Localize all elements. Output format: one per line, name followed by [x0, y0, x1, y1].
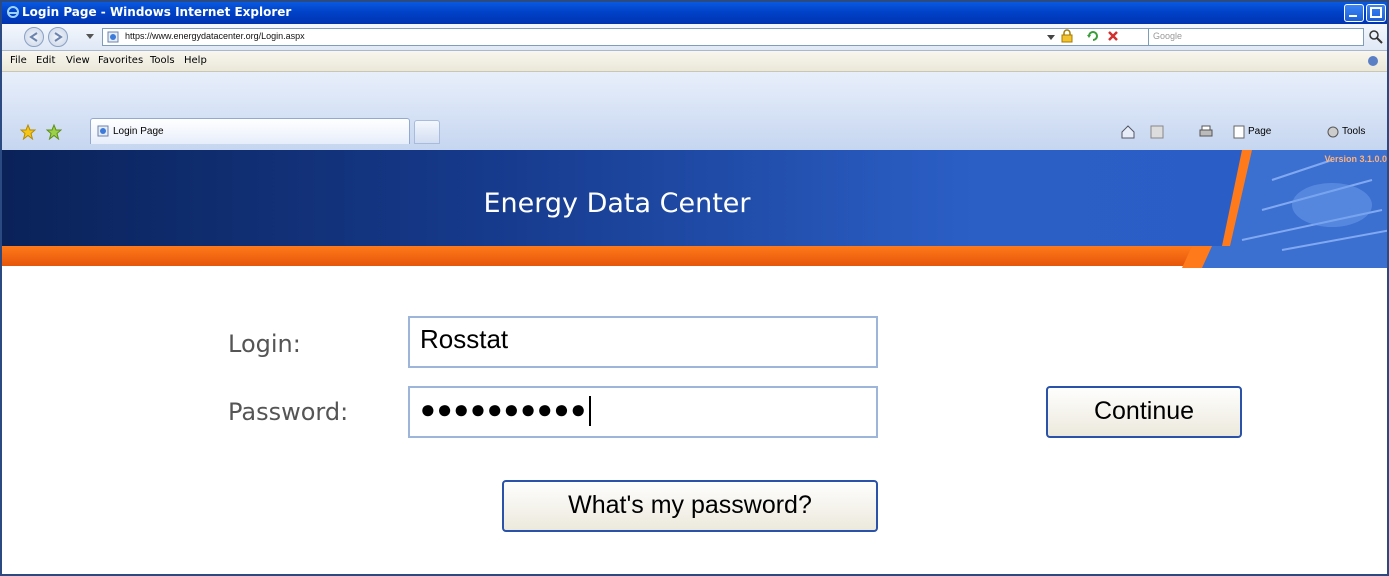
continue-button[interactable]: Continue: [1046, 386, 1242, 438]
tools-gear-icon[interactable]: [1326, 125, 1340, 139]
forward-button[interactable]: [48, 27, 68, 47]
banner-stripe: [2, 246, 1387, 266]
window-title: Login Page - Windows Internet Explorer: [22, 5, 292, 19]
history-dropdown-icon[interactable]: [86, 34, 94, 40]
menu-file[interactable]: File: [10, 55, 27, 66]
title-bar: Login Page - Windows Internet Explorer: [2, 2, 1387, 24]
password-label: Password:: [228, 398, 349, 426]
browser-window: Login Page - Windows Internet Explorer h…: [0, 0, 1389, 576]
maximize-button[interactable]: [1366, 4, 1386, 22]
stop-icon[interactable]: [1106, 29, 1120, 43]
forgot-password-button[interactable]: What's my password?: [502, 480, 878, 532]
feeds-icon[interactable]: [1150, 125, 1164, 139]
site-banner: Version 3.1.0.0 Energy Data Center: [2, 150, 1387, 270]
menu-view[interactable]: View: [66, 55, 90, 66]
new-tab-button[interactable]: [414, 120, 440, 144]
refresh-icon[interactable]: [1086, 29, 1100, 43]
lock-icon[interactable]: [1060, 29, 1074, 43]
site-title: Energy Data Center: [483, 188, 751, 219]
page-icon: [107, 31, 119, 43]
password-input[interactable]: ●●●●●●●●●●: [408, 386, 878, 438]
favorites-star-icon[interactable]: [20, 124, 36, 140]
url-dropdown-icon[interactable]: [1044, 30, 1058, 44]
password-value: ●●●●●●●●●●: [420, 394, 588, 424]
minimize-icon: [1349, 15, 1357, 17]
minimize-button[interactable]: [1344, 4, 1364, 22]
version-label: Version 3.1.0.0: [1324, 154, 1387, 164]
menu-tools[interactable]: Tools: [150, 55, 175, 66]
internet-explorer-icon: [7, 6, 19, 18]
menu-edit[interactable]: Edit: [36, 55, 55, 66]
menu-favorites[interactable]: Favorites: [98, 55, 143, 66]
search-input[interactable]: Google: [1148, 28, 1364, 46]
tab-login-page[interactable]: Login Page: [90, 118, 410, 144]
print-icon[interactable]: [1198, 125, 1214, 139]
page-icon: [97, 125, 109, 137]
home-icon[interactable]: [1120, 124, 1136, 140]
maximize-icon: [1370, 7, 1382, 18]
page-menu-icon[interactable]: [1232, 125, 1246, 139]
back-button[interactable]: [24, 27, 44, 47]
add-favorites-icon[interactable]: [46, 124, 62, 140]
tab-label: Login Page: [113, 126, 164, 137]
address-bar: https://www.energydatacenter.org/Login.a…: [2, 24, 1387, 51]
menu-bar: File Edit View Favorites Tools Help: [2, 51, 1387, 72]
url-text: https://www.energydatacenter.org/Login.a…: [125, 31, 305, 41]
forward-arrow-icon: [54, 32, 63, 42]
search-icon[interactable]: [1368, 29, 1384, 45]
menu-help[interactable]: Help: [184, 55, 207, 66]
tools-menu-label[interactable]: Tools: [1342, 126, 1365, 137]
tab-bar: Login Page Page Tools: [2, 72, 1387, 151]
login-label: Login:: [228, 330, 301, 358]
links-icon[interactable]: [1366, 54, 1382, 68]
back-arrow-icon: [29, 32, 38, 42]
page-menu-label[interactable]: Page: [1248, 126, 1271, 137]
login-input[interactable]: Rosstat: [408, 316, 878, 368]
text-cursor: [589, 396, 592, 427]
